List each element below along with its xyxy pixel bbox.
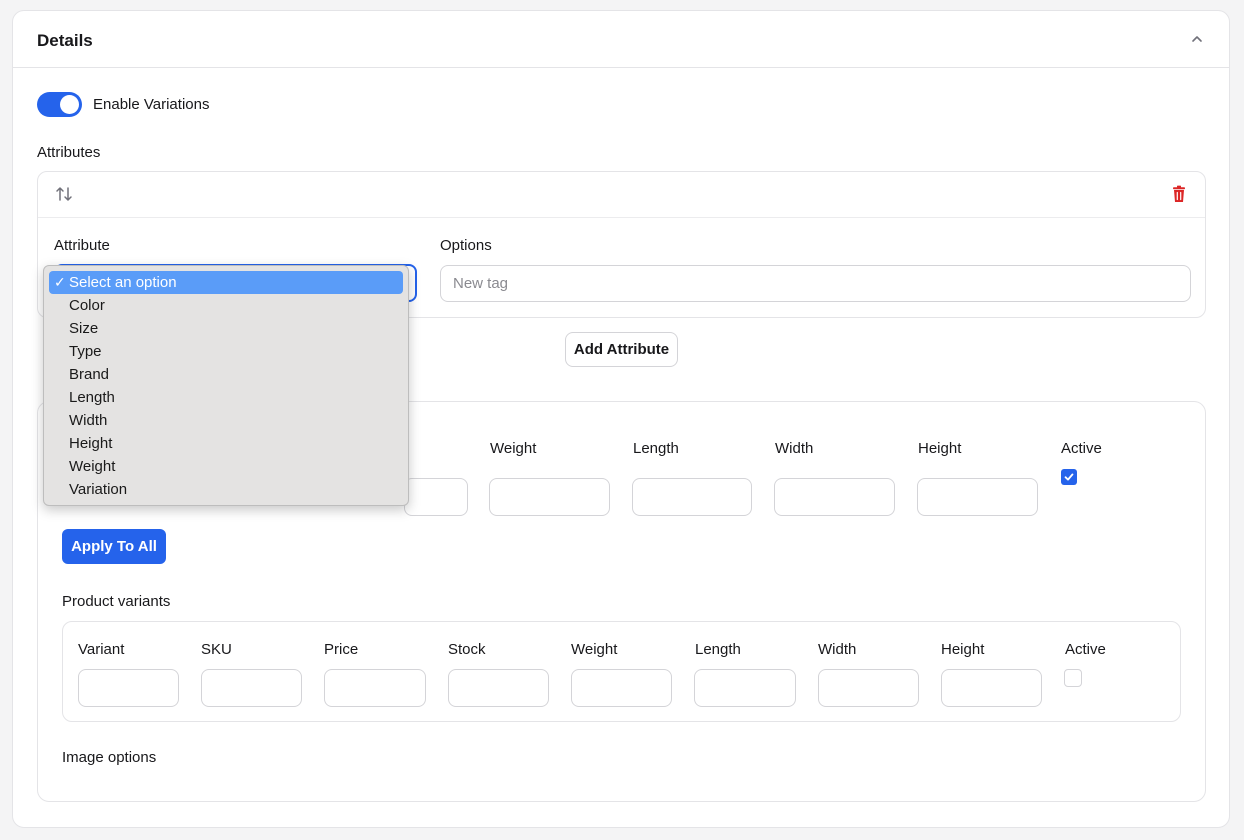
- dropdown-option[interactable]: Weight: [49, 455, 403, 478]
- dropdown-option-label: Type: [69, 343, 102, 360]
- checkmark-icon: ✓: [54, 274, 66, 290]
- bulk-width-input[interactable]: [774, 478, 895, 516]
- chevron-up-icon[interactable]: [1187, 29, 1207, 49]
- dropdown-option[interactable]: Brand: [49, 363, 403, 386]
- price-input[interactable]: [324, 669, 426, 707]
- dropdown-option[interactable]: Length: [49, 386, 403, 409]
- dropdown-option-label: Length: [69, 389, 115, 406]
- dropdown-option[interactable]: Type: [49, 340, 403, 363]
- panel-header[interactable]: Details: [13, 11, 1229, 68]
- attribute-dropdown-menu: ✓ Select an option Color Size Type Brand…: [43, 265, 409, 506]
- bulk-length-label: Length: [633, 440, 679, 457]
- bulk-width-label: Width: [775, 440, 814, 457]
- trash-icon[interactable]: [1169, 184, 1189, 204]
- variant-input[interactable]: [78, 669, 179, 707]
- dropdown-option-label: Brand: [69, 366, 110, 383]
- length-input[interactable]: [694, 669, 796, 707]
- dropdown-option[interactable]: Color: [49, 294, 403, 317]
- attribute-card-toolbar: [38, 172, 1205, 218]
- bulk-height-input[interactable]: [917, 478, 1038, 516]
- dropdown-option-label: Color: [69, 297, 105, 314]
- active-column-label: Active: [1065, 641, 1106, 658]
- product-variants-table: Variant SKU Price Stock Weight Length Wi…: [62, 621, 1181, 722]
- sort-arrows-icon[interactable]: [54, 184, 74, 204]
- height-column-label: Height: [941, 641, 985, 658]
- bulk-height-label: Height: [918, 440, 962, 457]
- width-column-label: Width: [818, 641, 857, 658]
- dropdown-option[interactable]: Variation: [49, 478, 403, 501]
- enable-variations-label: Enable Variations: [93, 96, 210, 113]
- bulk-active-label: Active: [1061, 440, 1102, 457]
- stock-column-label: Stock: [448, 641, 486, 658]
- dropdown-option-label: Size: [69, 320, 99, 337]
- options-tag-input[interactable]: [440, 265, 1191, 302]
- toggle-knob: [60, 95, 79, 114]
- panel-title: Details: [37, 31, 93, 50]
- sku-input[interactable]: [201, 669, 302, 707]
- add-attribute-button[interactable]: Add Attribute: [565, 332, 678, 367]
- weight-input[interactable]: [571, 669, 672, 707]
- dropdown-option-label: Height: [69, 435, 113, 452]
- enable-variations-toggle[interactable]: [37, 92, 82, 117]
- bulk-active-checkbox[interactable]: [1061, 469, 1077, 485]
- attribute-label: Attribute: [54, 237, 110, 254]
- length-column-label: Length: [695, 641, 741, 658]
- bulk-field-input[interactable]: [404, 478, 468, 516]
- attributes-heading: Attributes: [37, 144, 101, 161]
- bulk-weight-input[interactable]: [489, 478, 610, 516]
- weight-column-label: Weight: [571, 641, 618, 658]
- dropdown-option[interactable]: Size: [49, 317, 403, 340]
- variant-column-label: Variant: [78, 641, 125, 658]
- dropdown-option[interactable]: Width: [49, 409, 403, 432]
- product-variants-heading: Product variants: [62, 593, 171, 610]
- bulk-length-input[interactable]: [632, 478, 752, 516]
- bulk-weight-label: Weight: [490, 440, 537, 457]
- dropdown-option[interactable]: ✓ Select an option: [49, 271, 403, 294]
- variant-active-checkbox[interactable]: [1064, 669, 1082, 687]
- stock-input[interactable]: [448, 669, 549, 707]
- dropdown-option-label: Select an option: [69, 274, 177, 291]
- options-label: Options: [440, 237, 492, 254]
- dropdown-option[interactable]: Height: [49, 432, 403, 455]
- apply-to-all-button[interactable]: Apply To All: [62, 529, 166, 564]
- image-options-heading: Image options: [62, 749, 157, 766]
- height-input[interactable]: [941, 669, 1042, 707]
- dropdown-option-label: Weight: [69, 458, 116, 475]
- dropdown-option-label: Variation: [69, 481, 128, 498]
- width-input[interactable]: [818, 669, 919, 707]
- dropdown-option-label: Width: [69, 412, 108, 429]
- price-column-label: Price: [324, 641, 359, 658]
- sku-column-label: SKU: [201, 641, 232, 658]
